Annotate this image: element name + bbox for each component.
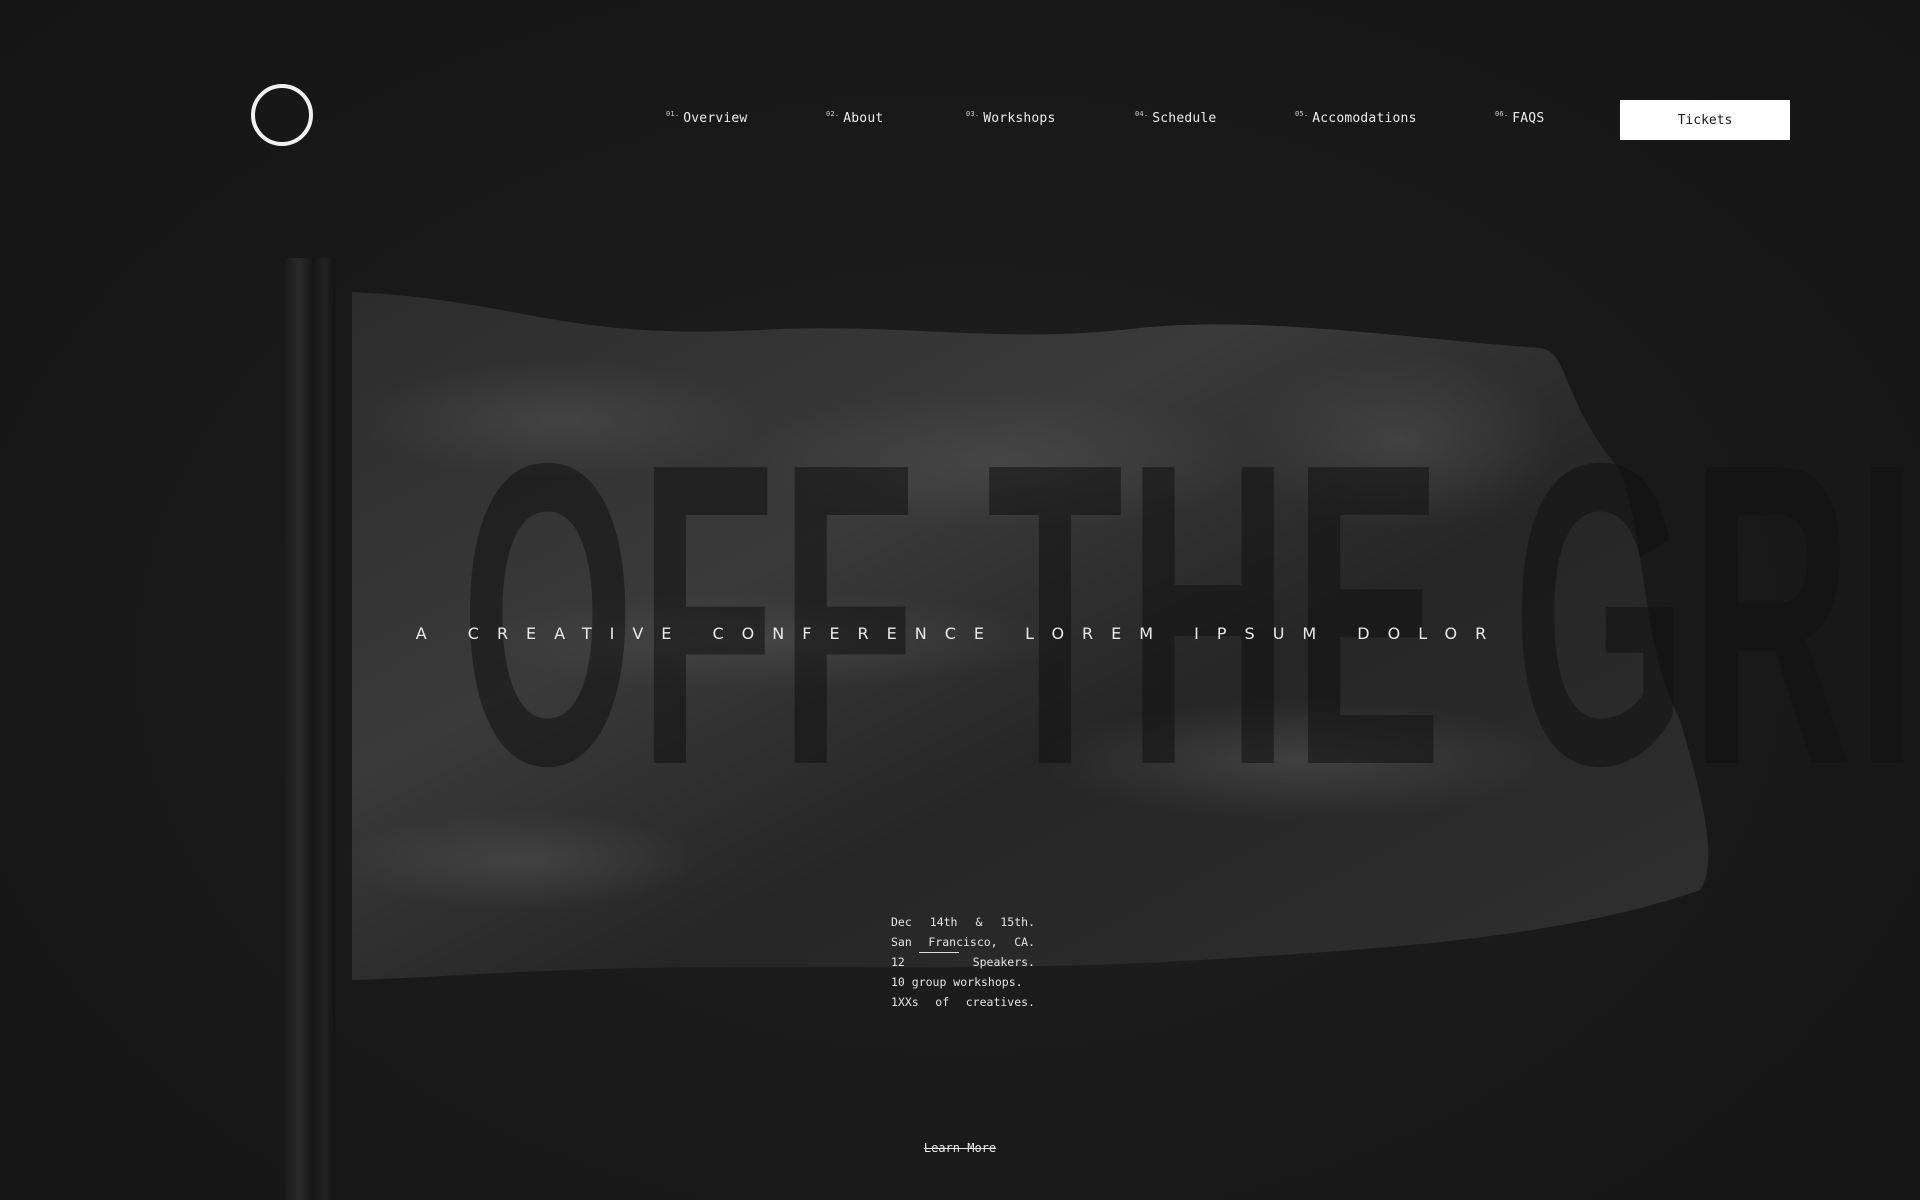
nav-label: Overview	[683, 111, 748, 126]
detail-word: of	[935, 995, 950, 1009]
nav-label: Schedule	[1152, 111, 1217, 126]
nav-label: Workshops	[983, 111, 1056, 126]
detail-word: 15th.	[1000, 915, 1035, 929]
tickets-button[interactable]: Tickets	[1620, 100, 1790, 140]
detail-location: San Francisco, CA.	[891, 932, 1035, 952]
detail-word: &	[975, 915, 983, 929]
detail-word: creatives.	[965, 995, 1035, 1009]
learn-more-row: Learn More	[0, 1141, 1920, 1155]
detail-speakers: 12 Speakers.	[891, 952, 1035, 972]
detail-date: Dec 14th & 15th.	[891, 912, 1035, 932]
nav-number: 02.	[826, 110, 840, 118]
detail-word: Francisco,	[928, 935, 998, 949]
nav-label: About	[843, 111, 884, 126]
detail-word: CA.	[1014, 935, 1035, 949]
detail-rule-divider	[918, 952, 959, 953]
detail-word: 14th	[929, 915, 958, 929]
nav-item-overview[interactable]: 01. Overview	[666, 110, 747, 126]
detail-word: 1XXs	[891, 995, 919, 1009]
nav-item-about[interactable]: 02. About	[826, 110, 883, 126]
hero-headline: OFF THE GRID	[460, 375, 1920, 855]
detail-word: San	[891, 935, 912, 949]
event-details: Dec 14th & 15th. San Francisco, CA. 12 S…	[891, 912, 1035, 1012]
learn-more-link[interactable]: Learn More	[924, 1141, 996, 1155]
nav-item-workshops[interactable]: 03. Workshops	[966, 110, 1056, 126]
nav-label: Accomodations	[1312, 111, 1417, 126]
nav-item-faqs[interactable]: 06. FAQS	[1495, 110, 1544, 126]
detail-creatives: 1XXs of creatives.	[891, 992, 1035, 1012]
landing-page: OFF THE GRID 01.Overview 02.About 03.Wor…	[0, 0, 1920, 1200]
nav-number: 06.	[1495, 110, 1509, 118]
nav-number: 03.	[966, 110, 980, 118]
nav-number: 01.	[666, 110, 680, 118]
detail-word: Dec	[891, 915, 912, 929]
nav-item-accomodations[interactable]: 05. Accomodations	[1295, 110, 1417, 126]
hero-tagline: A CREATIVE CONFERENCE LOREM IPSUM DOLOR	[415, 624, 1505, 643]
nav-number: 04.	[1135, 110, 1149, 118]
detail-word: 10 group workshops.	[891, 975, 1023, 989]
detail-word: Speakers.	[972, 955, 1035, 969]
nav-number: 05.	[1295, 110, 1309, 118]
nav-item-schedule[interactable]: 04. Schedule	[1135, 110, 1216, 126]
nav-label: FAQS	[1512, 111, 1545, 126]
detail-workshops: 10 group workshops.	[891, 972, 1035, 992]
detail-word: 12	[891, 955, 905, 969]
